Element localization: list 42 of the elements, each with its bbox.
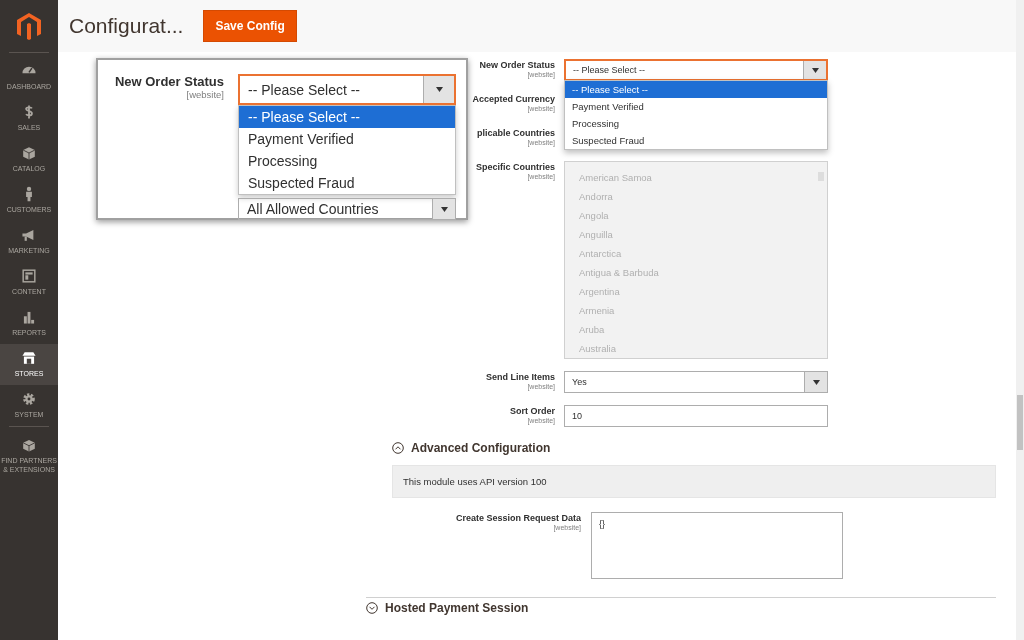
field-label: Send Line Items xyxy=(485,371,555,383)
dropdown-option[interactable]: Payment Verified xyxy=(239,128,455,150)
select-field[interactable]: All Allowed Countries xyxy=(238,198,456,220)
field-label: Sort Order xyxy=(510,405,555,417)
dropdown-option[interactable]: Payment Verified xyxy=(565,98,827,115)
layout-icon xyxy=(21,268,37,284)
info-note: This module uses API version 100 xyxy=(392,465,996,498)
caret-icon xyxy=(435,87,443,92)
caret-icon xyxy=(811,67,819,73)
bars-icon xyxy=(21,309,37,325)
box-icon xyxy=(21,145,37,161)
expand-icon[interactable] xyxy=(366,602,378,614)
select-field[interactable]: -- Please Select -- xyxy=(238,74,456,105)
page-title: Configurat... xyxy=(69,14,184,38)
blocks-icon xyxy=(21,437,37,453)
textarea-field[interactable]: {} xyxy=(591,512,843,579)
field-label: New Order Status xyxy=(114,74,224,89)
dropdown-option[interactable]: Suspected Fraud xyxy=(565,132,827,149)
field-label: Create Session Request Data xyxy=(455,512,581,524)
dropdown-option[interactable]: Processing xyxy=(565,115,827,132)
select-field[interactable]: -- Please Select -- xyxy=(564,59,828,81)
section-title[interactable]: Hosted Payment Session xyxy=(385,601,529,615)
field-label: Accepted Currency xyxy=(472,93,555,105)
store-icon xyxy=(21,350,37,366)
dropdown-option[interactable]: Processing xyxy=(239,150,455,172)
save-button[interactable]: Save Config xyxy=(203,10,297,42)
input-field[interactable]: 10 xyxy=(564,405,828,427)
field-label: plicable Countries xyxy=(476,127,555,139)
field-label: Specific Countries xyxy=(475,161,555,173)
collapse-icon[interactable] xyxy=(392,442,404,454)
section-title[interactable]: Advanced Configuration xyxy=(411,441,551,455)
field-label: New Order Status xyxy=(479,59,555,71)
logo-icon[interactable] xyxy=(16,12,42,42)
dropdown-option[interactable]: -- Please Select -- xyxy=(239,106,455,128)
select-field[interactable]: Yes xyxy=(564,371,828,393)
gear-icon xyxy=(21,391,37,407)
scrollbar[interactable] xyxy=(1016,0,1024,640)
caret-icon xyxy=(440,206,448,212)
caret-icon xyxy=(812,379,820,385)
scope-label: [website] xyxy=(186,89,224,100)
dropdown-option[interactable]: -- Please Select -- xyxy=(565,81,827,98)
dropdown-option[interactable]: Suspected Fraud xyxy=(239,172,455,194)
